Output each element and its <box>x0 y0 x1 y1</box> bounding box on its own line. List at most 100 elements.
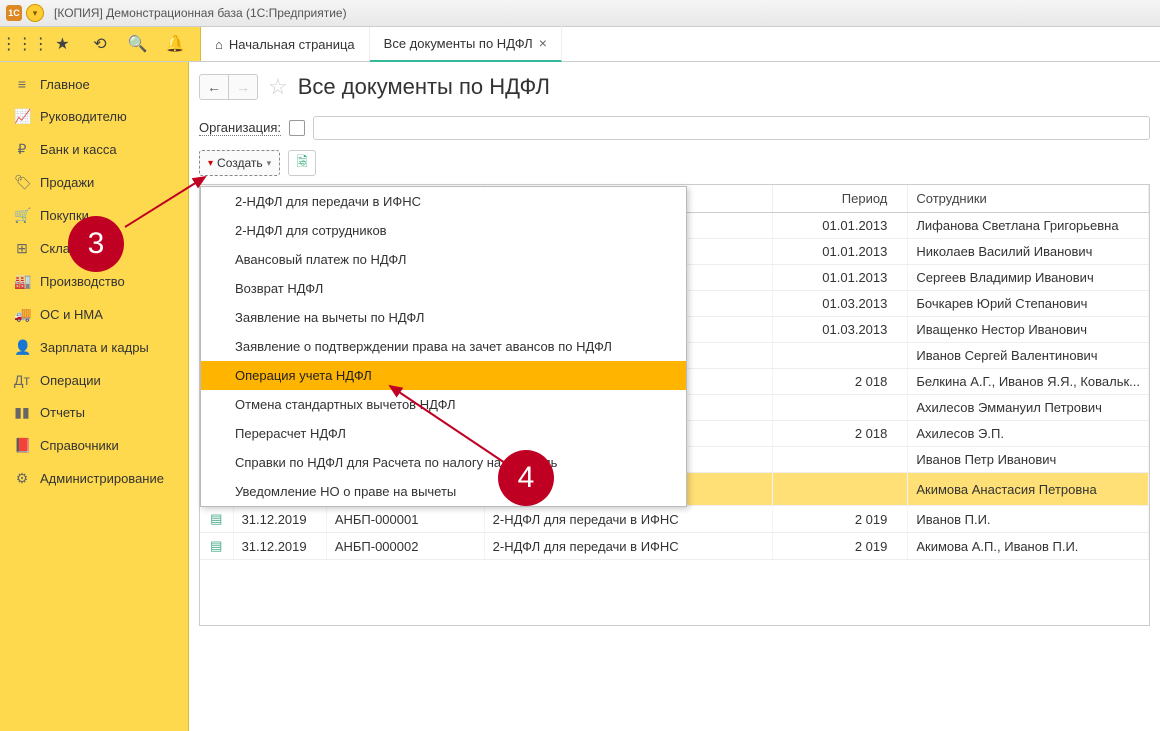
sidebar-item[interactable]: ≡ Главное <box>0 68 188 100</box>
sidebar-label: Банк и касса <box>40 142 117 157</box>
sidebar-label: Руководителю <box>40 109 127 124</box>
cell: Иванов П.И. <box>908 506 1149 533</box>
sidebar-label: Продажи <box>40 175 94 190</box>
cell: 01.01.2013 <box>773 213 908 239</box>
dropdown-item[interactable]: Уведомление НО о праве на вычеты <box>201 477 686 506</box>
filter-org-input[interactable] <box>313 116 1150 140</box>
sidebar-icon: ₽ <box>14 141 30 158</box>
cell: 2 019 <box>773 506 908 533</box>
tab-home[interactable]: ⌂ Начальная страница <box>201 27 370 61</box>
bell-icon[interactable]: 🔔 <box>162 31 188 57</box>
apps-grid-icon[interactable]: ⋮⋮⋮ <box>12 31 38 57</box>
favorite-star-icon[interactable]: ★ <box>49 31 75 57</box>
cell: Иванов Петр Иванович <box>908 447 1149 473</box>
sidebar-icon: ▮▮ <box>14 404 30 421</box>
sidebar-label: Производство <box>40 274 125 289</box>
filter-org-label[interactable]: Организация: <box>199 120 281 136</box>
create-dropdown: 2-НДФЛ для передачи в ИФНС2-НДФЛ для сот… <box>200 186 687 507</box>
page-title: Все документы по НДФЛ <box>298 74 550 100</box>
sidebar-icon: ≡ <box>14 76 30 92</box>
sidebar-item[interactable]: ₽ Банк и касса <box>0 133 188 166</box>
cell: Акимова А.П., Иванов П.И. <box>908 533 1149 560</box>
tab-ndfl[interactable]: Все документы по НДФЛ × <box>370 26 562 62</box>
history-icon[interactable]: ⟲ <box>87 31 113 57</box>
cell: 01.01.2013 <box>773 265 908 291</box>
sidebar-icon: ⚙ <box>14 470 30 487</box>
th-period[interactable]: Период <box>773 185 908 213</box>
sidebar-label: Главное <box>40 77 90 92</box>
sidebar-item[interactable]: ⚙ Администрирование <box>0 462 188 495</box>
sidebar-label: Операции <box>40 373 101 388</box>
cell: Иващенко Нестор Иванович <box>908 317 1149 343</box>
dropdown-item[interactable]: Отмена стандартных вычетов НДФЛ <box>201 390 686 419</box>
table-row[interactable]: ▤31.12.2019АНБП-0000022-НДФЛ для передач… <box>200 533 1149 560</box>
home-icon: ⌂ <box>215 37 223 52</box>
filter-org-checkbox[interactable] <box>289 120 305 136</box>
tab-ndfl-label: Все документы по НДФЛ <box>384 36 533 51</box>
th-emp[interactable]: Сотрудники <box>908 185 1149 213</box>
cell: Ахилесов Э.П. <box>908 421 1149 447</box>
fav-star-icon[interactable]: ☆ <box>268 74 288 100</box>
dropdown-item[interactable]: Авансовый платеж по НДФЛ <box>201 245 686 274</box>
cell: ▤ <box>200 506 233 533</box>
cell: Сергеев Владимир Иванович <box>908 265 1149 291</box>
refresh-doc-button[interactable]: 🗟 <box>288 150 316 176</box>
dropdown-item[interactable]: Заявление на вычеты по НДФЛ <box>201 303 686 332</box>
dropdown-item[interactable]: 2-НДФЛ для сотрудников <box>201 216 686 245</box>
sidebar-icon: 🚚 <box>14 306 30 323</box>
create-arrow-icon: ▾ <box>208 158 213 169</box>
sidebar-item[interactable]: 👤Зарплата и кадры <box>0 331 188 364</box>
cell: АНБП-000002 <box>326 533 484 560</box>
cell: 2 019 <box>773 533 908 560</box>
window-title: [КОПИЯ] Демонстрационная база (1С:Предпр… <box>54 6 347 20</box>
sidebar-icon: 🛒 <box>14 207 30 224</box>
dropdown-item[interactable]: Операция учета НДФЛ <box>201 361 686 390</box>
dropdown-item[interactable]: Перерасчет НДФЛ <box>201 419 686 448</box>
cell: 01.01.2013 <box>773 239 908 265</box>
dropdown-item[interactable]: Заявление о подтверждении права на зачет… <box>201 332 686 361</box>
dropdown-item[interactable]: Справки по НДФЛ для Расчета по налогу на… <box>201 448 686 477</box>
cell: 2-НДФЛ для передачи в ИФНС <box>484 506 772 533</box>
sidebar-icon: 👤 <box>14 339 30 356</box>
sidebar-icon: 📕 <box>14 437 30 454</box>
create-button[interactable]: ▾ Создать ▾ <box>199 150 280 176</box>
tab-home-label: Начальная страница <box>229 37 355 52</box>
cell: Ахилесов Эммануил Петрович <box>908 395 1149 421</box>
chevron-down-icon: ▾ <box>267 158 272 169</box>
cell <box>773 473 908 506</box>
cell: Николаев Василий Иванович <box>908 239 1149 265</box>
cell: 31.12.2019 <box>233 506 326 533</box>
callout-4: 4 <box>498 450 554 506</box>
cell <box>773 343 908 369</box>
toolbar-icons: ⋮⋮⋮ ★ ⟲ 🔍 🔔 <box>0 27 201 61</box>
sidebar-item[interactable]: 📈Руководителю <box>0 100 188 133</box>
cell: 01.03.2013 <box>773 317 908 343</box>
callout-3: 3 <box>68 216 124 272</box>
dropdown-circle-icon[interactable]: ▾ <box>26 4 44 22</box>
sidebar-icon: Дт <box>14 372 30 388</box>
search-icon[interactable]: 🔍 <box>125 31 151 57</box>
create-button-label: Создать <box>217 156 263 170</box>
cell: 2-НДФЛ для передачи в ИФНС <box>484 533 772 560</box>
dropdown-item[interactable]: 2-НДФЛ для передачи в ИФНС <box>201 187 686 216</box>
sidebar-item[interactable]: Дт Операции <box>0 364 188 396</box>
sidebar-label: Справочники <box>40 438 119 453</box>
cell: Бочкарев Юрий Степанович <box>908 291 1149 317</box>
sidebar-label: Администрирование <box>40 471 164 486</box>
sidebar-item[interactable]: 🏷Продажи <box>0 166 188 199</box>
logo-1c-icon: 1C <box>6 5 22 21</box>
nav-fwd-button[interactable]: → <box>229 74 258 100</box>
sidebar-item[interactable]: ▮▮Отчеты <box>0 396 188 429</box>
titlebar: 1C ▾ [КОПИЯ] Демонстрационная база (1С:П… <box>0 0 1160 27</box>
nav-back-button[interactable]: ← <box>199 74 229 100</box>
sidebar-item[interactable]: 🚚ОС и НМА <box>0 298 188 331</box>
sidebar-item[interactable]: 📕 Справочники <box>0 429 188 462</box>
close-icon[interactable]: × <box>539 35 547 51</box>
cell: Иванов Сергей Валентинович <box>908 343 1149 369</box>
cell <box>773 395 908 421</box>
dropdown-item[interactable]: Возврат НДФЛ <box>201 274 686 303</box>
cell: ▤ <box>200 533 233 560</box>
table-row[interactable]: ▤31.12.2019АНБП-0000012-НДФЛ для передач… <box>200 506 1149 533</box>
sidebar-icon: ⊞ <box>14 240 30 257</box>
sidebar: ≡ Главное 📈Руководителю ₽ Банк и касса 🏷Прода… <box>0 62 189 731</box>
